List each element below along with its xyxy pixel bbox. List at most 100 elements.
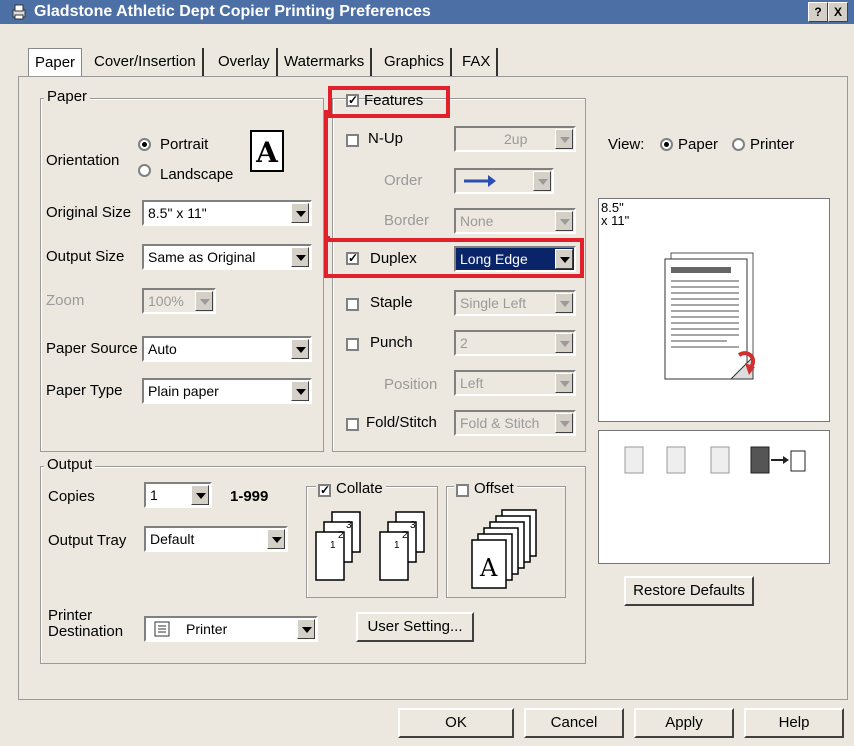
cancel-button[interactable]: Cancel: [524, 708, 624, 738]
paper-type-value: Plain paper: [148, 383, 219, 399]
fold-stitch-checkbox[interactable]: [346, 418, 359, 431]
orientation-preview-icon: A: [250, 130, 284, 172]
output-size-select[interactable]: Same as Original: [142, 244, 312, 270]
fold-stitch-label: Fold/Stitch: [366, 414, 437, 431]
output-tray-select[interactable]: Default: [144, 526, 288, 552]
border-select[interactable]: None: [454, 208, 576, 234]
user-setting-button[interactable]: User Setting...: [356, 612, 474, 642]
chevron-down-icon[interactable]: [555, 333, 573, 353]
apply-button[interactable]: Apply: [634, 708, 734, 738]
landscape-label: Landscape: [160, 166, 234, 183]
tab-fax[interactable]: FAX: [456, 48, 499, 76]
tab-cover-insertion[interactable]: Cover/Insertion: [88, 48, 204, 76]
duplex-value: Long Edge: [460, 251, 528, 267]
border-label: Border: [384, 212, 430, 229]
copies-spinner[interactable]: 1: [144, 482, 212, 508]
original-size-select[interactable]: 8.5" x 11": [142, 200, 312, 226]
chevron-down-icon[interactable]: [555, 373, 573, 393]
staple-label: Staple: [370, 294, 413, 311]
zoom-value: 100%: [148, 293, 184, 309]
printer-destination-value: Printer: [186, 621, 228, 637]
chevron-down-icon[interactable]: [555, 293, 573, 313]
printer-destination-label-line1: Printer: [48, 607, 93, 624]
printer-icon: [12, 4, 26, 20]
nup-checkbox[interactable]: [346, 134, 359, 147]
zoom-spinner[interactable]: 100%: [142, 288, 216, 314]
paper-source-select[interactable]: Auto: [142, 336, 312, 362]
view-paper-radio[interactable]: [660, 138, 673, 151]
collate-page-label: 1: [330, 540, 336, 551]
printer-preview: [598, 430, 830, 564]
chevron-down-icon[interactable]: [297, 619, 315, 639]
nup-value: 2up: [504, 131, 528, 147]
tab-overlay[interactable]: Overlay: [212, 48, 278, 76]
original-size-value: 8.5" x 11": [148, 205, 207, 221]
duplex-checkbox[interactable]: ✓: [346, 252, 359, 265]
spinner-icon[interactable]: [195, 291, 213, 311]
output-size-value: Same as Original: [148, 249, 256, 265]
paper-source-label: Paper Source: [46, 340, 138, 357]
spinner-icon[interactable]: [191, 485, 209, 505]
collate-page-label: 2: [338, 530, 344, 541]
position-select[interactable]: Left: [454, 370, 576, 396]
offset-checkbox[interactable]: [456, 484, 469, 497]
paper-type-label: Paper Type: [46, 382, 123, 399]
duplex-document-icon: [664, 252, 756, 380]
offset-page-letter: A: [479, 554, 498, 582]
collate-checkbox[interactable]: ✓: [318, 484, 331, 497]
portrait-label: Portrait: [160, 136, 209, 153]
portrait-radio[interactable]: [138, 138, 151, 151]
chevron-down-icon[interactable]: [555, 413, 573, 433]
chevron-down-icon[interactable]: [291, 247, 309, 267]
view-label: View:: [608, 136, 645, 153]
collate-icon: 3 2 1 3 2 1: [315, 511, 425, 581]
position-value: Left: [460, 375, 484, 391]
nup-select[interactable]: 2up: [454, 126, 576, 152]
fold-stitch-select[interactable]: Fold & Stitch: [454, 410, 576, 436]
paper-source-value: Auto: [148, 341, 177, 357]
finishing-icons: [624, 446, 806, 474]
arrow-right-icon: [464, 175, 496, 187]
staple-select[interactable]: Single Left: [454, 290, 576, 316]
tab-graphics[interactable]: Graphics: [378, 48, 453, 76]
printer-destination-label-line2: Destination: [48, 623, 124, 640]
view-printer-label: Printer: [750, 136, 795, 153]
chevron-down-icon[interactable]: [291, 339, 309, 359]
landscape-radio[interactable]: [138, 164, 151, 177]
output-size-label: Output Size: [46, 248, 125, 265]
paper-preview: 8.5" x 11": [598, 198, 830, 422]
nup-label: N-Up: [368, 130, 404, 147]
punch-checkbox[interactable]: [346, 338, 359, 351]
punch-select[interactable]: 2: [454, 330, 576, 356]
staple-value: Single Left: [460, 295, 527, 311]
chevron-down-icon[interactable]: [555, 249, 573, 269]
view-printer-radio[interactable]: [732, 138, 745, 151]
window-title: Gladstone Athletic Dept Copier Printing …: [34, 3, 431, 20]
orientation-label: Orientation: [46, 152, 120, 169]
paper-type-select[interactable]: Plain paper: [142, 378, 312, 404]
staple-checkbox[interactable]: [346, 298, 359, 311]
tab-watermarks[interactable]: Watermarks: [278, 48, 373, 76]
chevron-down-icon[interactable]: [291, 203, 309, 223]
chevron-down-icon[interactable]: [267, 529, 285, 549]
copies-label: Copies: [48, 488, 95, 505]
chevron-down-icon[interactable]: [555, 129, 573, 149]
help-button[interactable]: Help: [744, 708, 844, 738]
chevron-down-icon[interactable]: [555, 211, 573, 231]
ok-button[interactable]: OK: [398, 708, 514, 738]
help-title-button[interactable]: ?: [808, 2, 828, 22]
fold-stitch-value: Fold & Stitch: [460, 415, 540, 431]
chevron-down-icon[interactable]: [291, 381, 309, 401]
collate-page-label: 3: [410, 520, 416, 531]
position-label: Position: [384, 376, 438, 393]
chevron-down-icon[interactable]: [533, 171, 551, 191]
collate-page-label: 2: [402, 530, 408, 541]
tab-paper[interactable]: Paper: [28, 48, 83, 77]
printer-icon: [154, 621, 170, 637]
close-button[interactable]: X: [828, 2, 848, 22]
restore-defaults-button[interactable]: Restore Defaults: [624, 576, 754, 606]
title-bar: Gladstone Athletic Dept Copier Printing …: [0, 0, 854, 24]
duplex-select[interactable]: Long Edge: [454, 246, 576, 272]
features-checkbox[interactable]: ✓: [346, 94, 359, 107]
order-label: Order: [384, 172, 423, 189]
